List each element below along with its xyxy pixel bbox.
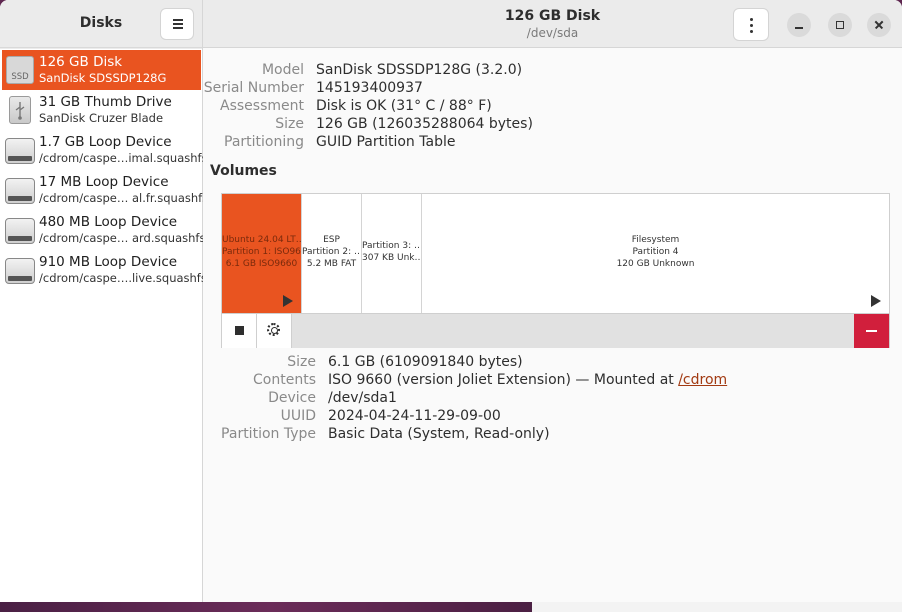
- info-label: Serial Number: [203, 80, 304, 96]
- disk-item-31gb[interactable]: 31 GB Thumb Drive SanDisk Cruzer Blade: [2, 90, 201, 130]
- loop-device-icon: [5, 258, 35, 284]
- partition-size: 120 GB Unknown: [616, 259, 695, 269]
- partition-size: 307 KB Unk…: [362, 253, 421, 263]
- info-label: Partition Type: [221, 426, 316, 442]
- info-value: Disk is OK (31° C / 88° F): [316, 98, 492, 114]
- info-label: Partitioning: [224, 134, 304, 150]
- disk-subtitle: /cdrom/caspe… ard.squashfs: [39, 231, 206, 245]
- mount-point-link[interactable]: /cdrom: [678, 372, 727, 388]
- disk-subtitle: /cdrom/caspe….live.squashfs: [39, 271, 207, 285]
- partition-2[interactable]: ESP Partition 2: … 5.2 MB FAT: [302, 194, 362, 313]
- sidebar-header: Disks: [0, 0, 202, 48]
- partition-name: ESP: [323, 235, 340, 245]
- partition-label: Partition 3: … 307 KB Unk…: [362, 240, 421, 264]
- kebab-icon: [750, 24, 753, 27]
- partition-3[interactable]: Partition 3: … 307 KB Unk…: [362, 194, 422, 313]
- info-value: ISO 9660 (version Joliet Extension) — Mo…: [328, 371, 727, 389]
- disk-list: SSD 126 GB Disk SanDisk SDSSDP128G 31 GB…: [0, 49, 208, 602]
- volumes-heading: Volumes: [210, 163, 277, 179]
- disk-name: 480 MB Loop Device: [39, 214, 178, 230]
- ssd-icon: SSD: [6, 56, 34, 84]
- info-value: 126 GB (126035288064 bytes): [316, 116, 533, 132]
- loop-device-icon: [5, 138, 35, 164]
- partition-number: Partition 1: ISO96…: [222, 247, 301, 257]
- hamburger-icon: [173, 27, 183, 29]
- info-value: 2024-04-24-11-29-09-00: [328, 408, 501, 424]
- disk-item-loop-3[interactable]: 480 MB Loop Device /cdrom/caspe… ard.squ…: [2, 210, 205, 250]
- disk-subtitle: /cdrom/caspe… al.fr.squashfs: [39, 191, 209, 205]
- partition-name: Ubuntu 24.04 LT…: [222, 235, 301, 245]
- partition-1[interactable]: Ubuntu 24.04 LT… Partition 1: ISO96… 6.1…: [222, 194, 302, 313]
- info-label: Model: [261, 62, 304, 78]
- hamburger-icon: [173, 23, 183, 25]
- ssd-icon-label: SSD: [11, 72, 29, 82]
- main-menu-button[interactable]: [160, 8, 194, 40]
- main-header: 126 GB Disk /dev/sda: [203, 0, 902, 48]
- partition-size: 5.2 MB FAT: [306, 259, 357, 269]
- info-value: GUID Partition Table: [316, 134, 456, 150]
- kebab-icon: [750, 30, 753, 33]
- disk-item-126gb[interactable]: SSD 126 GB Disk SanDisk SDSSDP128G: [2, 50, 201, 90]
- partition-number: Partition 2: …: [302, 247, 361, 257]
- contents-text: ISO 9660 (version Joliet Extension) — Mo…: [328, 372, 679, 388]
- info-value: SanDisk SDSSDP128G (3.2.0): [316, 62, 523, 78]
- disk-item-loop-2[interactable]: 17 MB Loop Device /cdrom/caspe… al.fr.sq…: [2, 170, 208, 210]
- hamburger-icon: [173, 19, 183, 21]
- disk-menu-button[interactable]: [733, 8, 769, 41]
- maximize-button[interactable]: [828, 13, 852, 37]
- disk-subtitle: /cdrom/caspe…imal.squashfs: [39, 151, 208, 165]
- info-value: 145193400937: [316, 80, 423, 96]
- volume-map: Ubuntu 24.04 LT… Partition 1: ISO96… 6.1…: [221, 193, 890, 348]
- disk-name: 17 MB Loop Device: [39, 174, 169, 190]
- disks-window: Disks SSD 126 GB Disk SanDisk SDSSDP128G…: [0, 0, 902, 602]
- close-button[interactable]: [867, 13, 891, 37]
- partition-name: Filesystem: [631, 235, 680, 245]
- info-label: Contents: [253, 372, 316, 388]
- partition-number: Partition 3: …: [362, 241, 421, 251]
- info-label: Assessment: [220, 98, 304, 114]
- loop-device-icon: [5, 178, 35, 204]
- usb-drive-icon: [9, 96, 31, 124]
- info-value: 6.1 GB (6109091840 bytes): [328, 354, 523, 370]
- info-label: UUID: [280, 408, 316, 424]
- partition-4[interactable]: Filesystem Partition 4 120 GB Unknown: [422, 194, 889, 313]
- info-value: /dev/sda1: [328, 390, 397, 406]
- mounted-play-icon: [283, 295, 293, 307]
- partition-options-button[interactable]: [257, 314, 292, 348]
- gear-icon: [267, 323, 280, 336]
- partition-number: Partition 4: [632, 247, 679, 257]
- disk-item-loop-1[interactable]: 1.7 GB Loop Device /cdrom/caspe…imal.squ…: [2, 130, 208, 170]
- mount-play-icon: [871, 295, 881, 307]
- partition-size: 6.1 GB ISO9660: [225, 259, 298, 269]
- disk-name: 910 MB Loop Device: [39, 254, 178, 270]
- sidebar: Disks SSD 126 GB Disk SanDisk SDSSDP128G…: [0, 0, 208, 602]
- loop-device-icon: [5, 218, 35, 244]
- disk-subtitle: SanDisk Cruzer Blade: [39, 111, 164, 125]
- info-label: Size: [287, 354, 316, 370]
- kebab-icon: [750, 18, 753, 21]
- partition-label: Ubuntu 24.04 LT… Partition 1: ISO96… 6.1…: [222, 234, 301, 270]
- info-value: Basic Data (System, Read-only): [328, 426, 550, 442]
- disk-name: 31 GB Thumb Drive: [39, 94, 172, 110]
- partition-label: Filesystem Partition 4 120 GB Unknown: [422, 234, 889, 270]
- disk-name: 126 GB Disk: [39, 54, 123, 70]
- info-label: Device: [268, 390, 316, 406]
- info-label: Size: [275, 116, 304, 132]
- stop-icon: [235, 326, 244, 335]
- delete-partition-button[interactable]: [854, 314, 889, 348]
- volume-toolbar: [222, 313, 889, 348]
- unmount-button[interactable]: [222, 314, 257, 348]
- disk-details: Model SanDisk SDSSDP128G (3.2.0) Serial …: [203, 48, 902, 602]
- minimize-button[interactable]: [787, 13, 811, 37]
- disk-item-loop-4[interactable]: 910 MB Loop Device /cdrom/caspe….live.sq…: [2, 250, 207, 290]
- disk-subtitle: SanDisk SDSSDP128G: [39, 71, 167, 85]
- partition-label: ESP Partition 2: … 5.2 MB FAT: [302, 234, 361, 270]
- disk-name: 1.7 GB Loop Device: [39, 134, 172, 150]
